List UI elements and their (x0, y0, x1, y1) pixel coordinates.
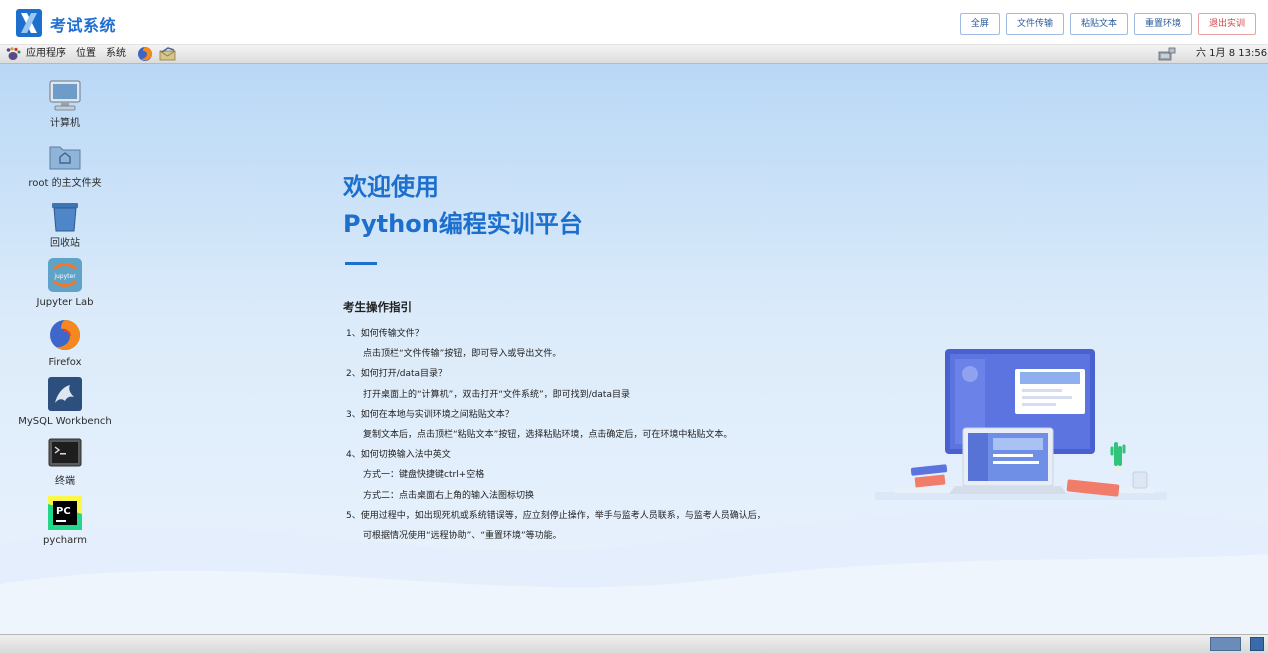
gnome-foot-icon[interactable] (6, 47, 21, 61)
desktop-icon-label: MySQL Workbench (18, 416, 112, 427)
toolbar: 全屏 文件传输 粘贴文本 重置环境 退出实训 (959, 13, 1256, 35)
desktop-icon-firefox[interactable]: Firefox (10, 318, 120, 369)
guide-title: 考生操作指引 (343, 300, 412, 314)
file-transfer-button[interactable]: 文件传输 (1005, 13, 1064, 35)
title-underline (345, 262, 377, 265)
paste-text-button[interactable]: 粘贴文本 (1069, 13, 1128, 35)
computer-icon (49, 80, 81, 111)
desktop-icon-label: Jupyter Lab (36, 297, 94, 308)
menu-system[interactable]: 系统 (106, 48, 126, 60)
desktop-icon-computer[interactable]: 计算机 (10, 79, 120, 130)
svg-text:jupyter: jupyter (53, 273, 76, 280)
welcome-title: 欢迎使用 (343, 173, 439, 201)
mail-launcher-icon[interactable] (159, 46, 177, 62)
app-title: 考试系统 (50, 16, 117, 35)
workspace-illustration (875, 349, 1167, 500)
guide-question: 4、如何切换输入法中英文 (346, 450, 451, 461)
guide-answer: 打开桌面上的“计算机”，双击打开“文件系统”，即可找到/data目录 (363, 389, 630, 400)
mysql-workbench-icon (48, 377, 82, 411)
bottom-taskbar (0, 634, 1268, 653)
guide-question: 2、如何打开/data目录？ (346, 369, 448, 380)
menu-places[interactable]: 位置 (76, 48, 96, 60)
desktop-icon-label: 回收站 (50, 238, 80, 249)
desktop-icon-mysql-workbench[interactable]: MySQL Workbench (10, 377, 120, 428)
guide-answer: 可根据情况使用“远程协助”、“重置环境”等功能。 (363, 530, 562, 541)
exit-training-button[interactable]: 退出实训 (1197, 13, 1256, 35)
app-logo-icon (16, 9, 42, 37)
reset-environment-button[interactable]: 重置环境 (1133, 13, 1192, 35)
firefox-icon (50, 320, 80, 350)
desktop-icon-jupyter[interactable]: jupyter Jupyter Lab (10, 258, 120, 309)
guide-answer: 点击顶栏“文件传输”按钮，即可导入或导出文件。 (363, 349, 562, 360)
desktop-icon-home-folder[interactable]: root 的主文件夹 (10, 139, 120, 190)
desktop-icon-label: 计算机 (50, 118, 80, 129)
guide-question: 3、如何在本地与实训环境之间粘贴文本？ (346, 409, 514, 420)
jupyter-icon: jupyter (48, 258, 82, 292)
trash-applet-icon[interactable] (1250, 637, 1264, 651)
svg-text:PC: PC (56, 506, 71, 517)
desktop: 计算机 root 的主文件夹 回收站 jupyter Jupyter Lab F… (0, 64, 1268, 634)
system-panel: 应用程序 位置 系统 六 1月 8 13:56 (0, 45, 1268, 64)
workspace-switcher-1[interactable] (1210, 637, 1241, 651)
app-header: 考试系统 全屏 文件传输 粘贴文本 重置环境 退出实训 (0, 0, 1268, 45)
firefox-launcher-icon[interactable] (137, 46, 153, 62)
clock[interactable]: 六 1月 8 13:56 (1196, 48, 1267, 60)
desktop-icon-label: root 的主文件夹 (28, 178, 102, 189)
home-folder-icon (49, 146, 81, 170)
pycharm-icon: PC (48, 496, 82, 530)
guide-list: 1、如何传输文件？ 点击顶栏“文件传输”按钮，即可导入或导出文件。 2、如何打开… (346, 324, 766, 546)
desktop-icon-trash[interactable]: 回收站 (10, 199, 120, 250)
network-icon[interactable] (1158, 47, 1176, 61)
trash-icon (52, 203, 78, 232)
menu-applications[interactable]: 应用程序 (26, 48, 66, 60)
desktop-icon-pycharm[interactable]: PC pycharm (10, 496, 120, 547)
guide-question: 1、如何传输文件？ (346, 329, 424, 339)
desktop-icon-label: pycharm (43, 535, 87, 546)
guide-answer: 方式二：点击桌面右上角的输入法图标切换 (363, 490, 535, 501)
platform-title: Python编程实训平台 (343, 210, 583, 238)
desktop-icon-label: Firefox (48, 357, 82, 368)
fullscreen-button[interactable]: 全屏 (959, 13, 1000, 35)
guide-answer: 方式一：键盘快捷键ctrl+空格 (363, 470, 485, 481)
guide-answer: 复制文本后，点击顶栏“粘贴文本”按钮，选择粘贴环境，点击确定后，可在环境中粘贴文… (363, 429, 733, 440)
desktop-icon-label: 终端 (55, 476, 75, 487)
desktop-icon-terminal[interactable]: 终端 (10, 437, 120, 488)
guide-question: 5、使用过程中，如出现死机或系统错误等，应立刻停止操作，举手与监考人员联系，与监… (346, 510, 766, 521)
terminal-icon (48, 438, 82, 467)
